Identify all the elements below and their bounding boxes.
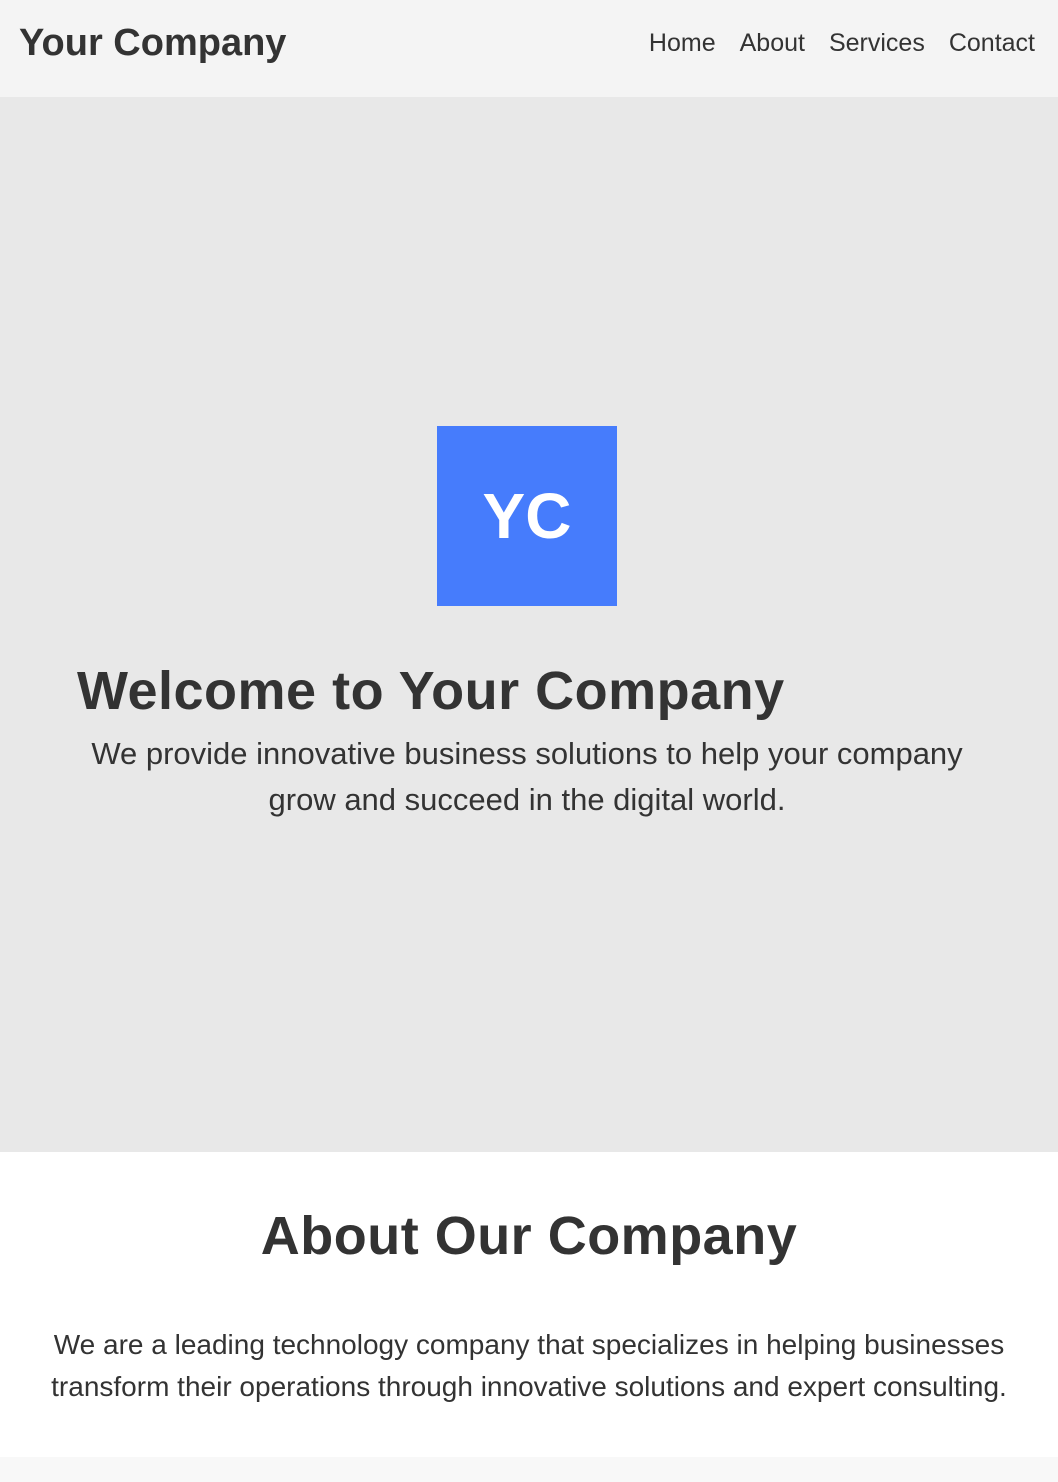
site-header: Your Company Home About Services Contact: [0, 0, 1058, 97]
page-bottom-strip: [0, 1457, 1058, 1482]
nav-contact-link[interactable]: Contact: [949, 27, 1035, 59]
hero-section: YC Welcome to Your Company We provide in…: [0, 97, 1058, 1152]
about-text: We are a leading technology company that…: [51, 1329, 1007, 1402]
about-section: About Our Company We are a leading techn…: [0, 1152, 1058, 1457]
hero-title: Welcome to Your Company: [77, 661, 785, 721]
brand-name[interactable]: Your Company: [19, 20, 286, 66]
about-title: About Our Company: [260, 1206, 798, 1266]
main-nav: Home About Services Contact: [649, 27, 1035, 59]
nav-about-link[interactable]: About: [740, 27, 805, 59]
hero-subtitle: We provide innovative business solutions…: [91, 736, 963, 817]
nav-home-link[interactable]: Home: [649, 27, 716, 59]
company-logo: YC: [437, 426, 617, 606]
nav-services-link[interactable]: Services: [829, 27, 925, 59]
